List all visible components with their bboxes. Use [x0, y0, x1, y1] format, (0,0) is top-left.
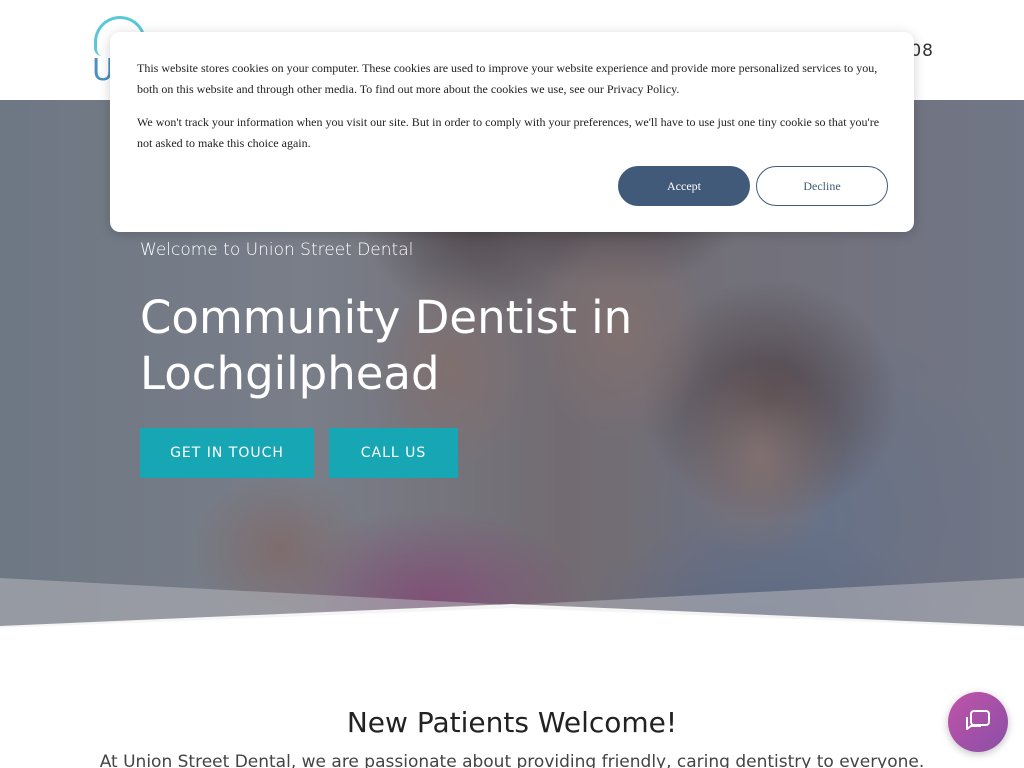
hero-content: Welcome to Union Street Dental Community…	[140, 240, 740, 402]
hero-eyebrow: Welcome to Union Street Dental	[140, 240, 414, 260]
chat-widget-button[interactable]	[948, 692, 1008, 752]
call-us-button[interactable]: CALL US	[329, 428, 458, 478]
cookie-text-1: This website stores cookies on your comp…	[137, 61, 878, 96]
cookie-text-2: We won't track your information when you…	[137, 115, 880, 150]
cookie-accept-button[interactable]: Accept	[618, 166, 750, 206]
hero-wave-divider	[0, 578, 1024, 630]
cookie-decline-button[interactable]: Decline	[756, 166, 888, 206]
cookie-banner: This website stores cookies on your comp…	[110, 32, 914, 232]
hero-title: Community Dentist in Lochgilphead	[140, 291, 633, 400]
get-in-touch-button[interactable]: GET IN TOUCH	[140, 428, 314, 478]
section-title: New Patients Welcome!	[346, 706, 678, 739]
section-text: At Union Street Dental, we are passionat…	[99, 752, 925, 768]
chat-bubble-icon	[966, 710, 990, 730]
